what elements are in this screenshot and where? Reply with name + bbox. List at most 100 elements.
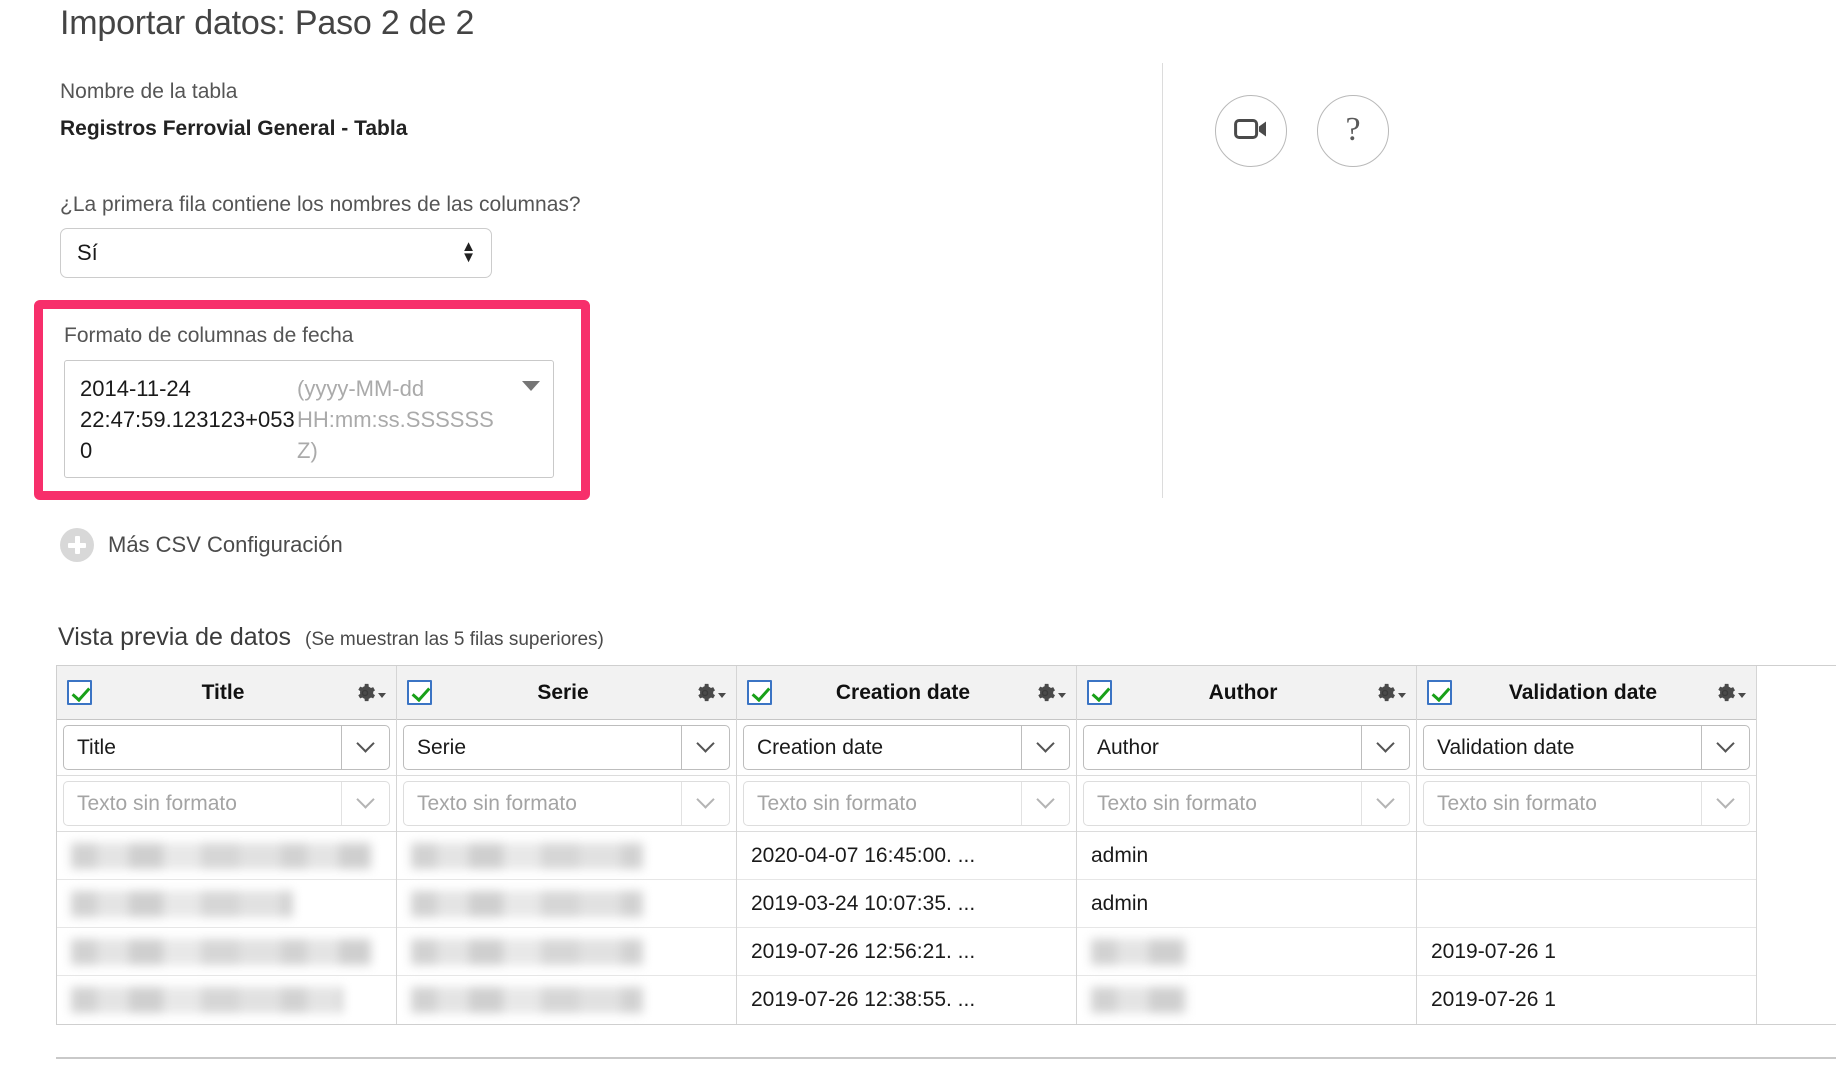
header-label-title: Title [92,681,354,705]
table-row [1417,880,1756,928]
redacted-value [71,987,343,1013]
select-stepper-arrows-icon: ▲▼ [461,242,476,264]
column-checkbox-validation-date[interactable] [1427,680,1452,705]
help-button[interactable]: ? [1317,95,1389,167]
table-row [397,928,736,976]
column-validation-date: Validation date Validation date Texto si… [1417,666,1757,1024]
type-cell-validation-date: Texto sin formato [1417,776,1756,832]
gear-caret-icon [1058,693,1066,698]
date-format-sample: 2014-11-24 22:47:59.123123+0530 [80,373,295,466]
first-row-question-label: ¿La primera fila contiene los nombres de… [60,193,581,217]
table-row: 2019-07-26 12:38:55. ... [737,976,1076,1024]
redacted-value [411,891,643,917]
mapping-value-serie: Serie [404,736,681,760]
table-row [1077,928,1416,976]
type-select-serie[interactable]: Texto sin formato [403,781,730,826]
type-select-validation-date[interactable]: Texto sin formato [1423,781,1750,826]
chevron-down-icon [341,726,389,769]
chevron-down-icon [681,782,729,825]
type-select-creation-date[interactable]: Texto sin formato [743,781,1070,826]
gear-caret-icon [1398,693,1406,698]
mapping-select-serie[interactable]: Serie [403,725,730,770]
type-select-title[interactable]: Texto sin formato [63,781,390,826]
redacted-value [411,987,643,1013]
import-data-wizard: Importar datos: Paso 2 de 2 Nombre de la… [0,0,1836,1084]
table-row [397,880,736,928]
table-row: admin [1077,880,1416,928]
redacted-value [71,939,371,965]
mapping-select-validation-date[interactable]: Validation date [1423,725,1750,770]
mapping-value-author: Author [1084,736,1361,760]
first-row-select[interactable]: Sí ▲▼ [60,228,492,278]
table-row: 2019-07-26 12:56:21. ... [737,928,1076,976]
type-cell-author: Texto sin formato [1077,776,1416,832]
gear-icon-validation-date[interactable] [1714,682,1746,704]
table-row [1417,832,1756,880]
date-format-label: Formato de columnas de fecha [64,324,354,348]
header-cell-creation-date: Creation date [737,666,1076,720]
column-creation-date: Creation date Creation date Texto sin fo… [737,666,1077,1024]
chevron-down-icon [1701,726,1749,769]
table-row [57,880,396,928]
type-cell-serie: Texto sin formato [397,776,736,832]
table-name-label: Nombre de la tabla [60,80,237,104]
header-label-validation-date: Validation date [1452,681,1714,705]
type-value-creation-date: Texto sin formato [744,792,1021,816]
mapping-select-title[interactable]: Title [63,725,390,770]
mapping-select-creation-date[interactable]: Creation date [743,725,1070,770]
grid-header-row: Title Title Texto sin formato [57,666,1836,1024]
preview-heading: Vista previa de datos (Se muestran las 5… [58,623,604,652]
chevron-down-icon [522,381,540,391]
table-row [397,832,736,880]
redacted-value [1091,987,1187,1013]
table-row [57,928,396,976]
column-checkbox-creation-date[interactable] [747,680,772,705]
preview-title: Vista previa de datos [58,623,291,652]
redacted-value [71,891,293,917]
mapping-value-title: Title [64,736,341,760]
question-mark-icon: ? [1345,113,1360,147]
date-format-pattern: (yyyy-MM-dd HH:mm:ss.SSSSSSZ) [297,373,507,466]
type-cell-title: Texto sin formato [57,776,396,832]
video-camera-icon [1234,117,1268,146]
mapping-cell-creation-date: Creation date [737,720,1076,776]
header-label-serie: Serie [432,681,694,705]
table-row [1077,976,1416,1024]
table-row [397,976,736,1024]
mapping-cell-validation-date: Validation date [1417,720,1756,776]
type-select-author[interactable]: Texto sin formato [1083,781,1410,826]
chevron-down-icon [1361,782,1409,825]
redacted-value [411,843,643,869]
table-row [57,832,396,880]
more-csv-settings-button[interactable]: Más CSV Configuración [60,528,343,562]
type-value-serie: Texto sin formato [404,792,681,816]
data-preview-grid: Title Title Texto sin formato [56,665,1836,1025]
table-row: 2019-07-26 1 [1417,928,1756,976]
gear-icon-creation-date[interactable] [1034,682,1066,704]
grid-bottom-border [56,1057,1836,1059]
type-value-validation-date: Texto sin formato [1424,792,1701,816]
gear-icon-author[interactable] [1374,682,1406,704]
vertical-divider [1162,63,1163,498]
preview-note: (Se muestran las 5 filas superiores) [305,629,604,651]
gear-icon-title[interactable] [354,682,386,704]
mapping-cell-author: Author [1077,720,1416,776]
column-checkbox-author[interactable] [1087,680,1112,705]
date-format-select[interactable]: 2014-11-24 22:47:59.123123+0530 (yyyy-MM… [64,360,554,478]
mapping-cell-title: Title [57,720,396,776]
gear-caret-icon [378,693,386,698]
header-cell-author: Author [1077,666,1416,720]
video-tutorial-button[interactable] [1215,95,1287,167]
table-row: 2019-03-24 10:07:35. ... [737,880,1076,928]
page-title: Importar datos: Paso 2 de 2 [60,4,474,43]
table-row: admin [1077,832,1416,880]
column-checkbox-title[interactable] [67,680,92,705]
table-row [57,976,396,1024]
gear-caret-icon [1738,693,1746,698]
gear-icon-serie[interactable] [694,682,726,704]
column-checkbox-serie[interactable] [407,680,432,705]
table-row: 2019-07-26 1 [1417,976,1756,1024]
mapping-select-author[interactable]: Author [1083,725,1410,770]
table-row: 2020-04-07 16:45:00. ... [737,832,1076,880]
type-value-author: Texto sin formato [1084,792,1361,816]
